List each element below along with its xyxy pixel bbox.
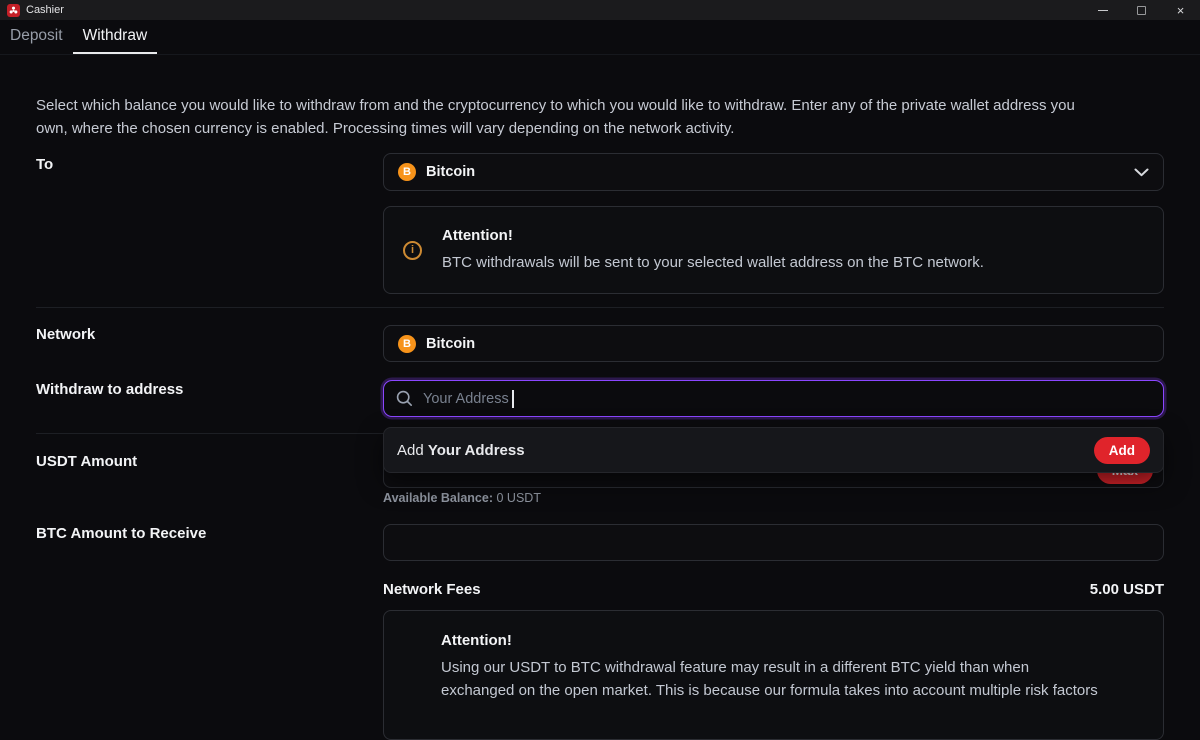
address-dropdown-prefix: Add	[397, 442, 424, 459]
chevron-down-icon	[1134, 168, 1149, 177]
bitcoin-icon: B	[398, 163, 416, 181]
withdraw-address-label: Withdraw to address	[36, 381, 183, 398]
window-title: Cashier	[26, 4, 64, 16]
minimize-icon[interactable]	[1083, 0, 1122, 20]
address-dropdown-option[interactable]: Add Your Address	[397, 442, 525, 459]
search-icon	[396, 390, 413, 407]
intro-text: Select which balance you would like to w…	[36, 94, 1166, 140]
btc-amount-input[interactable]	[383, 524, 1164, 561]
tab-withdraw[interactable]: Withdraw	[73, 20, 158, 54]
divider	[36, 307, 1164, 308]
tab-deposit[interactable]: Deposit	[0, 20, 73, 54]
window-controls: ×	[1083, 0, 1200, 20]
network-fees-value: 5.00 USDT	[1090, 581, 1164, 598]
to-label: To	[36, 156, 53, 173]
app-logo-icon	[7, 4, 20, 17]
info-icon: i	[403, 241, 422, 260]
attention-box-bottom: Attention! Using our USDT to BTC withdra…	[383, 610, 1164, 740]
usdt-amount-label: USDT Amount	[36, 453, 137, 470]
attention-bottom-line-2: exchanged on the open market. This is be…	[441, 679, 1143, 702]
attention-box-top: i Attention! BTC withdrawals will be sen…	[383, 206, 1164, 294]
close-icon[interactable]: ×	[1161, 0, 1200, 20]
intro-line-2: own, where the chosen currency is enable…	[36, 117, 1166, 140]
bitcoin-icon: B	[398, 335, 416, 353]
available-balance-label: Available Balance:	[383, 491, 493, 505]
text-caret	[512, 390, 514, 408]
available-balance-value: 0 USDT	[497, 491, 541, 505]
network-select-value: Bitcoin	[426, 336, 475, 352]
titlebar: Cashier ×	[0, 0, 1200, 20]
address-input[interactable]	[423, 391, 1151, 407]
attention-top-body: BTC withdrawals will be sent to your sel…	[442, 251, 984, 274]
intro-line-1: Select which balance you would like to w…	[36, 94, 1166, 117]
to-select-value: Bitcoin	[426, 164, 475, 180]
maximize-icon[interactable]	[1122, 0, 1161, 20]
add-address-button[interactable]: Add	[1094, 437, 1150, 464]
network-select[interactable]: B Bitcoin	[383, 325, 1164, 362]
attention-top-title: Attention!	[442, 227, 984, 244]
address-dropdown-highlight: Your Address	[428, 442, 525, 459]
network-fees-label: Network Fees	[383, 581, 481, 598]
attention-bottom-line-1: Using our USDT to BTC withdrawal feature…	[441, 656, 1143, 679]
network-fees-row: Network Fees 5.00 USDT	[383, 581, 1164, 598]
address-dropdown: Add Your Address Add	[383, 427, 1164, 473]
attention-bottom-title: Attention!	[441, 632, 1143, 649]
network-label: Network	[36, 326, 95, 343]
btc-amount-label: BTC Amount to Receive	[36, 525, 206, 542]
address-input-wrapper	[383, 380, 1164, 417]
available-balance: Available Balance: 0 USDT	[383, 491, 541, 505]
to-select[interactable]: B Bitcoin	[383, 153, 1164, 191]
tabbar: Deposit Withdraw	[0, 20, 1200, 55]
